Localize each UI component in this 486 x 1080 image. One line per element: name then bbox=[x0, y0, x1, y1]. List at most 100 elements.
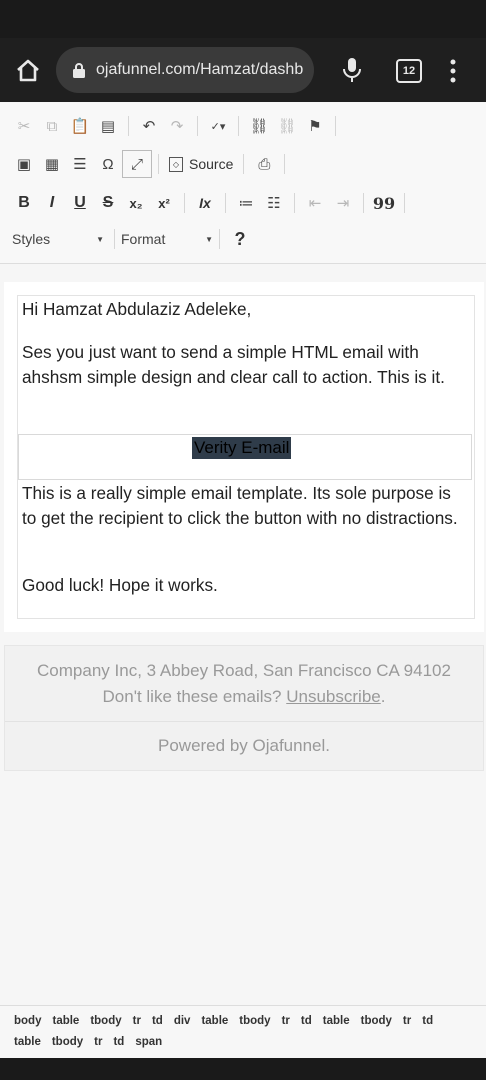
cta-button-row: Verity E-mail bbox=[18, 434, 472, 480]
toolbar-row-clipboard: ✂ ⧉ 📋 ▤ ↶ ↷ ✓▾ ⛓ ⛓ ⚑ bbox=[10, 109, 342, 143]
help-button[interactable]: ? bbox=[226, 229, 254, 250]
path-item[interactable]: tr bbox=[282, 1015, 290, 1027]
elements-path-bar: body table tbody tr td div table tbody t… bbox=[0, 1005, 486, 1058]
toolbar-separator bbox=[225, 193, 226, 213]
unsubscribe-line: Don't like these emails? Unsubscribe. bbox=[5, 684, 483, 709]
toolbar-separator bbox=[335, 116, 336, 136]
microphone-icon[interactable] bbox=[342, 57, 362, 83]
powered-by: Powered by Ojafunnel. bbox=[158, 736, 330, 755]
table-icon[interactable]: ▦ bbox=[38, 151, 66, 177]
toolbar-row-insert: ▣ ▦ ☰ Ω ⤢ ◇ Source ⎙ bbox=[10, 147, 291, 181]
format-dropdown[interactable]: Format ▼ bbox=[121, 226, 213, 252]
numbered-list-icon[interactable]: ≔ bbox=[232, 190, 260, 216]
styles-dropdown[interactable]: Styles ▼ bbox=[12, 226, 104, 252]
toolbar-separator bbox=[284, 154, 286, 174]
subscript-button[interactable]: x₂ bbox=[122, 196, 150, 211]
link-icon[interactable]: ⛓ bbox=[245, 113, 273, 139]
path-item[interactable]: div bbox=[174, 1015, 191, 1027]
tab-switcher-button[interactable]: 12 bbox=[396, 59, 422, 83]
toolbar-separator bbox=[294, 193, 295, 213]
copy-icon[interactable]: ⧉ bbox=[38, 113, 66, 139]
toolbar-separator bbox=[363, 193, 364, 213]
undo-icon[interactable]: ↶ bbox=[135, 113, 163, 139]
format-label: Format bbox=[121, 231, 166, 247]
path-item[interactable]: table bbox=[201, 1015, 228, 1027]
path-item[interactable]: td bbox=[301, 1015, 312, 1027]
path-item[interactable]: td bbox=[152, 1015, 163, 1027]
email-content[interactable]: Hi Hamzat Abdulaziz Adeleke, Ses you jus… bbox=[17, 295, 475, 619]
toolbar-row-styles: Styles ▼ Format ▼ ? bbox=[10, 222, 254, 256]
path-item[interactable]: tr bbox=[403, 1015, 411, 1027]
toolbar-separator bbox=[158, 154, 159, 174]
elements-path-row-2: table tbody tr td span bbox=[14, 1036, 173, 1048]
path-item[interactable]: tbody bbox=[239, 1015, 270, 1027]
unsubscribe-link[interactable]: Unsubscribe bbox=[286, 687, 381, 706]
horizontal-line-icon[interactable]: ☰ bbox=[66, 151, 94, 177]
home-icon[interactable] bbox=[14, 58, 42, 82]
image-icon[interactable]: ▣ bbox=[10, 151, 38, 177]
path-item[interactable]: table bbox=[323, 1015, 350, 1027]
maximize-icon[interactable]: ⤢ bbox=[122, 150, 152, 178]
paste-icon[interactable]: 📋 bbox=[66, 113, 94, 139]
url-text: ojafunnel.com/Hamzat/dashb bbox=[96, 61, 304, 78]
unsubscribe-prefix: Don't like these emails? bbox=[102, 687, 287, 706]
outdent-icon[interactable]: ⇤ bbox=[301, 190, 329, 216]
strikethrough-button[interactable]: S bbox=[94, 194, 122, 212]
company-address: Company Inc, 3 Abbey Road, San Francisco… bbox=[37, 661, 451, 680]
browser-toolbar: ojafunnel.com/Hamzat/dashb 12 bbox=[0, 38, 486, 102]
path-item[interactable]: table bbox=[52, 1015, 79, 1027]
toolbar-separator bbox=[404, 193, 405, 213]
email-paragraph: Ses you just want to send a simple HTML … bbox=[22, 342, 445, 387]
superscript-button[interactable]: x² bbox=[150, 196, 178, 211]
path-item[interactable]: tbody bbox=[361, 1015, 392, 1027]
source-button[interactable]: ◇ Source bbox=[165, 156, 237, 172]
blockquote-button[interactable]: 99 bbox=[370, 194, 398, 213]
verify-email-button[interactable]: Verity E-mail bbox=[192, 437, 292, 459]
path-item[interactable]: tr bbox=[133, 1015, 141, 1027]
special-char-icon[interactable]: Ω bbox=[94, 151, 122, 177]
path-item[interactable]: body bbox=[14, 1015, 41, 1027]
address-bar[interactable]: ojafunnel.com/Hamzat/dashb bbox=[56, 47, 314, 93]
email-footer: Company Inc, 3 Abbey Road, San Francisco… bbox=[4, 645, 484, 771]
path-item[interactable]: td bbox=[422, 1015, 433, 1027]
email-paragraph: Good luck! Hope it works. bbox=[22, 575, 218, 595]
underline-button[interactable]: U bbox=[66, 194, 94, 212]
redo-icon[interactable]: ↷ bbox=[163, 113, 191, 139]
lock-icon bbox=[73, 63, 85, 78]
path-item[interactable]: table bbox=[14, 1036, 41, 1048]
templates-icon[interactable]: ⎙ bbox=[250, 151, 278, 177]
path-item[interactable]: tbody bbox=[52, 1036, 83, 1048]
source-label: Source bbox=[189, 156, 234, 172]
toolbar-separator bbox=[243, 154, 245, 174]
toolbar-separator bbox=[238, 116, 239, 136]
system-nav-bar bbox=[0, 1058, 486, 1080]
path-item[interactable]: td bbox=[113, 1036, 124, 1048]
spellcheck-icon[interactable]: ✓▾ bbox=[204, 113, 232, 139]
editor-area[interactable]: Hi Hamzat Abdulaziz Adeleke, Ses you jus… bbox=[4, 282, 484, 632]
toolbar-separator bbox=[197, 116, 198, 136]
cut-icon[interactable]: ✂ bbox=[10, 113, 38, 139]
unlink-icon[interactable]: ⛓ bbox=[273, 113, 301, 139]
bold-button[interactable]: B bbox=[10, 194, 38, 212]
path-item[interactable]: span bbox=[135, 1036, 162, 1048]
indent-icon[interactable]: ⇥ bbox=[329, 190, 357, 216]
source-icon: ◇ bbox=[169, 156, 183, 172]
path-item[interactable]: tr bbox=[94, 1036, 102, 1048]
anchor-flag-icon[interactable]: ⚑ bbox=[301, 113, 329, 139]
path-item[interactable]: tbody bbox=[90, 1015, 121, 1027]
italic-button[interactable]: I bbox=[38, 194, 66, 212]
toolbar-separator bbox=[128, 116, 129, 136]
elements-path-row-1: body table tbody tr td div table tbody t… bbox=[14, 1015, 444, 1027]
unsubscribe-suffix: . bbox=[380, 687, 386, 706]
email-greeting: Hi Hamzat Abdulaziz Adeleke, bbox=[22, 299, 252, 319]
email-paragraph: This is a really simple email template. … bbox=[22, 483, 458, 528]
toolbar-separator bbox=[184, 193, 185, 213]
styles-label: Styles bbox=[12, 231, 51, 247]
more-options-icon[interactable] bbox=[448, 58, 458, 84]
remove-format-button[interactable]: Ix bbox=[191, 195, 219, 211]
paste-text-icon[interactable]: ▤ bbox=[94, 113, 122, 139]
chevron-down-icon: ▼ bbox=[96, 234, 104, 244]
bulleted-list-icon[interactable]: ☷ bbox=[260, 190, 288, 216]
chevron-down-icon: ▼ bbox=[205, 234, 213, 244]
status-bar bbox=[0, 0, 486, 38]
